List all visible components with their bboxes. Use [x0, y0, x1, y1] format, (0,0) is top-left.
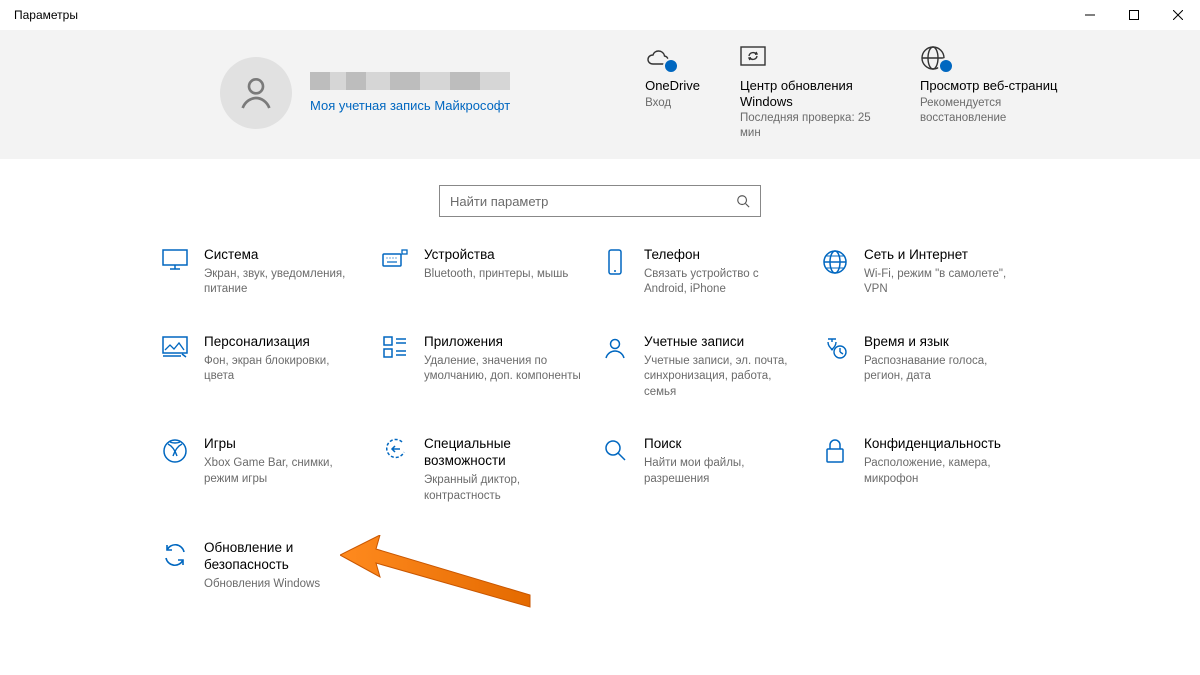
tile-sub: Связать устройство с Android, iPhone [644, 267, 802, 298]
microsoft-account-link[interactable]: Моя учетная запись Майкрософт [310, 98, 510, 113]
update-icon [740, 46, 766, 70]
settings-window: Параметры Моя учетная запись [0, 0, 1200, 675]
status-sub: Последняя проверка: 25 мин [740, 111, 880, 141]
status-dot-icon [938, 58, 954, 74]
tile-sub: Фон, экран блокировки, цвета [204, 354, 362, 385]
tile-phone[interactable]: Телефон Связать устройство с Android, iPh… [600, 247, 820, 298]
time-language-icon [822, 336, 848, 360]
tile-title: Персонализация [204, 334, 362, 351]
minimize-button[interactable] [1068, 0, 1112, 30]
tile-update-security[interactable]: Обновление и безопасность Обновления Wind… [160, 540, 380, 592]
tile-sub: Учетные записи, эл. почта, синхронизация… [644, 354, 802, 401]
tile-title: Специальные возможности [424, 436, 582, 470]
tile-sub: Wi-Fi, режим "в самолете", VPN [864, 267, 1022, 298]
status-dot-icon [663, 58, 679, 74]
status-title: Центр обновления Windows [740, 78, 880, 109]
lock-icon [824, 438, 846, 464]
tile-title: Игры [204, 436, 362, 453]
status-windows-update[interactable]: Центр обновления Windows Последняя прове… [740, 44, 880, 141]
window-controls [1068, 0, 1200, 30]
tile-sub: Xbox Game Bar, снимки, режим игры [204, 456, 362, 487]
tile-sub: Найти мои файлы, разрешения [644, 456, 802, 487]
tile-gaming[interactable]: Игры Xbox Game Bar, снимки, режим игры [160, 436, 380, 504]
tile-sub: Расположение, камера, микрофон [864, 456, 1022, 487]
tile-apps[interactable]: Приложения Удаление, значения по умолчани… [380, 334, 600, 400]
status-title: Просмотр веб-страниц [920, 78, 1060, 94]
settings-grid: Система Экран, звук, уведомления, питание… [0, 247, 1200, 612]
tile-title: Система [204, 247, 362, 264]
tile-time-language[interactable]: Время и язык Распознавание голоса, регион… [820, 334, 1040, 400]
status-web-browsing[interactable]: Просмотр веб-страниц Рекомендуется восст… [920, 44, 1060, 141]
header: Моя учетная запись Майкрософт OneDrive В… [0, 30, 1200, 159]
profile-block: Моя учетная запись Майкрософт [220, 44, 510, 141]
tile-ease-of-access[interactable]: Специальные возможностиЭкранный диктор, … [380, 436, 600, 504]
status-title: OneDrive [645, 78, 700, 94]
tile-sub: Экран, звук, уведомления, питание [204, 267, 362, 298]
tile-title: Учетные записи [644, 334, 802, 351]
tile-title: Телефон [644, 247, 802, 264]
tile-accounts[interactable]: Учетные записи Учетные записи, эл. почта,… [600, 334, 820, 400]
monitor-icon [162, 249, 188, 271]
accessibility-icon [382, 438, 408, 464]
tile-sub: Экранный диктор, контрастность [424, 473, 582, 504]
tile-personalization[interactable]: Персонализация Фон, экран блокировки, цве… [160, 334, 380, 400]
tile-system[interactable]: Система Экран, звук, уведомления, питание [160, 247, 380, 298]
globe-icon [822, 249, 848, 275]
user-icon [603, 336, 627, 360]
window-title: Параметры [14, 8, 78, 22]
avatar[interactable] [220, 57, 292, 129]
titlebar: Параметры [0, 0, 1200, 30]
search-row: Найти параметр [0, 159, 1200, 247]
user-icon [236, 73, 276, 113]
search-placeholder: Найти параметр [450, 194, 548, 209]
status-tiles: OneDrive Вход Центр обновления Windows П… [645, 44, 1060, 141]
search-input[interactable]: Найти параметр [439, 185, 761, 217]
minimize-icon [1085, 10, 1095, 20]
tile-sub: Bluetooth, принтеры, мышь [424, 267, 568, 283]
tile-network[interactable]: Сеть и Интернет Wi-Fi, режим "в самолете"… [820, 247, 1040, 298]
tile-title: Сеть и Интернет [864, 247, 1022, 264]
tile-sub: Удаление, значения по умолчанию, доп. ко… [424, 354, 582, 385]
apps-icon [383, 336, 407, 360]
sync-icon [162, 542, 188, 568]
tile-title: Приложения [424, 334, 582, 351]
tile-title: Устройства [424, 247, 568, 264]
tile-title: Время и язык [864, 334, 1022, 351]
status-sub: Рекомендуется восстановление [920, 96, 1060, 126]
maximize-icon [1129, 10, 1139, 20]
tile-devices[interactable]: Устройства Bluetooth, принтеры, мышь [380, 247, 600, 298]
search-icon [736, 194, 750, 208]
personalization-icon [162, 336, 188, 358]
profile-info: Моя учетная запись Майкрософт [310, 72, 510, 113]
profile-name-redacted [310, 72, 510, 90]
close-button[interactable] [1156, 0, 1200, 30]
tile-sub: Обновления Windows [204, 577, 362, 593]
search-icon [603, 438, 627, 462]
tile-sub: Распознавание голоса, регион, дата [864, 354, 1022, 385]
xbox-icon [162, 438, 188, 464]
phone-icon [606, 249, 624, 275]
tile-title: Конфиденциальность [864, 436, 1022, 453]
tile-privacy[interactable]: Конфиденциальность Расположение, камера, … [820, 436, 1040, 504]
tile-title: Поиск [644, 436, 802, 453]
maximize-button[interactable] [1112, 0, 1156, 30]
close-icon [1173, 10, 1183, 20]
status-onedrive[interactable]: OneDrive Вход [645, 44, 700, 141]
tile-title: Обновление и безопасность [204, 540, 362, 574]
keyboard-icon [382, 249, 408, 271]
tile-search[interactable]: Поиск Найти мои файлы, разрешения [600, 436, 820, 504]
status-sub: Вход [645, 96, 700, 111]
